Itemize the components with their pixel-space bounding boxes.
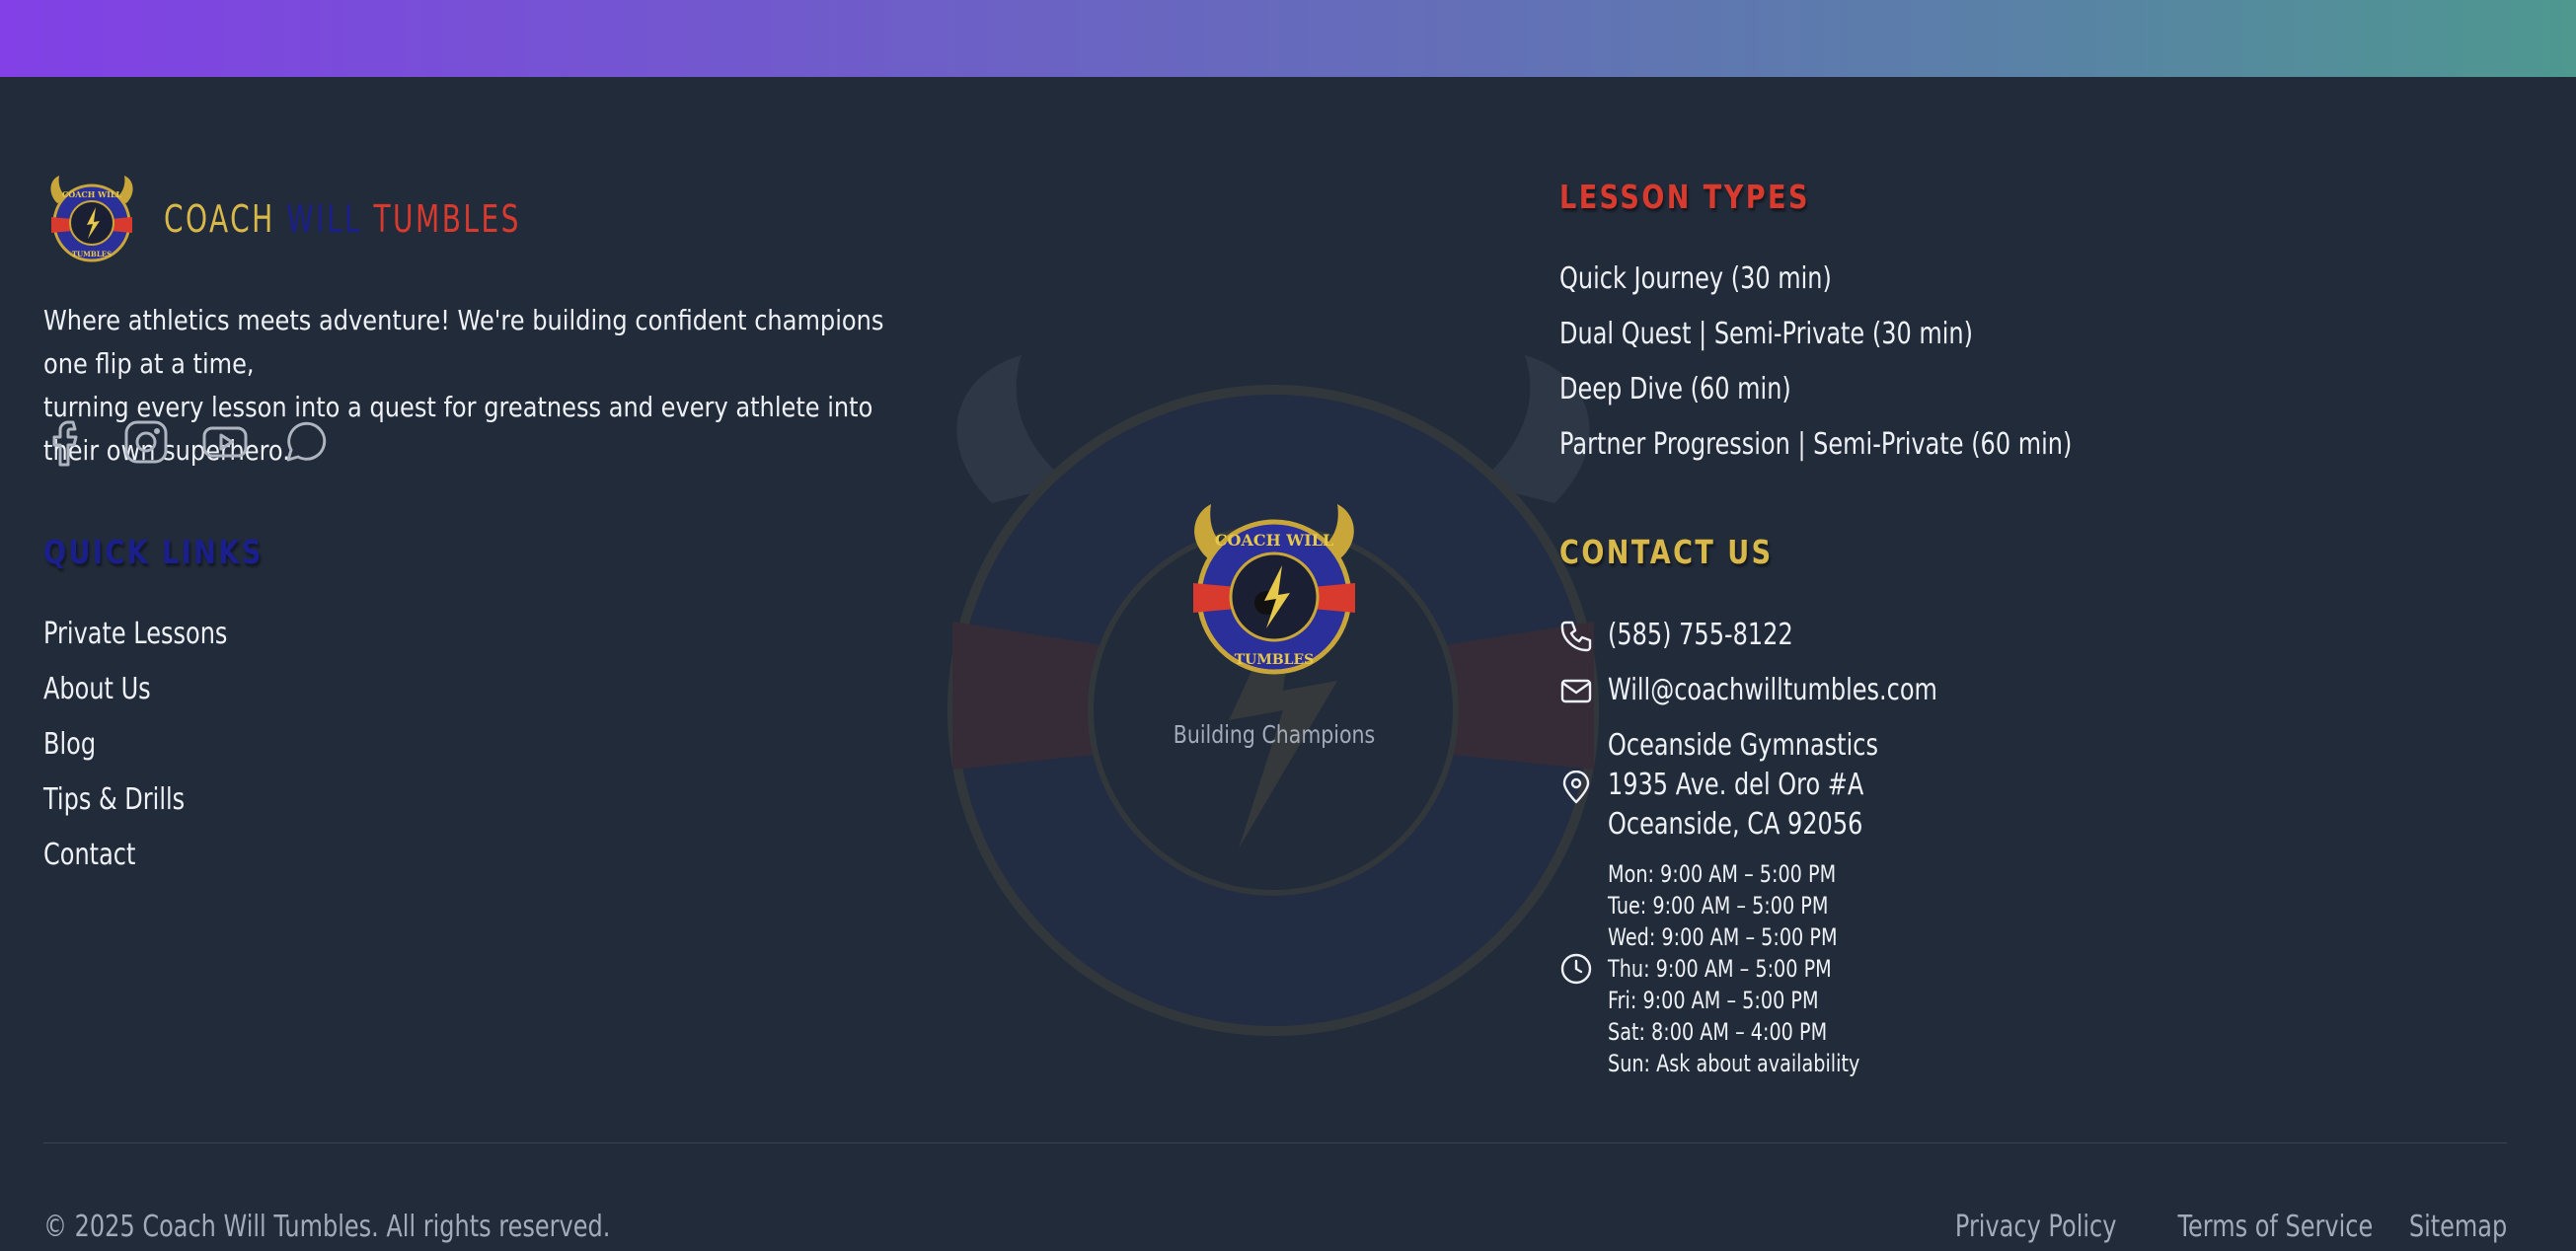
quick-links-title: QUICK LINKS [43, 533, 264, 571]
hours-fri: Fri: 9:00 AM – 5:00 PM [1608, 987, 1819, 1014]
quick-link-tips-drills[interactable]: Tips & Drills [43, 780, 227, 836]
lesson-types-list: Quick Journey (30 min) Dual Quest | Semi… [1559, 259, 2200, 480]
brand[interactable]: COACH WILL TUMBLES COACH WILL TUMBLES [43, 174, 599, 264]
brand-logo-text-top: COACH WILL [62, 189, 122, 199]
email-address: Will@coachwilltumbles.com [1608, 673, 1937, 707]
legal-links: Privacy Policy Terms of Service Sitemap [1903, 1210, 2507, 1244]
lesson-type-partner-progression[interactable]: Partner Progression | Semi-Private (60 m… [1559, 425, 2072, 480]
terms-of-service-link[interactable]: Terms of Service [2177, 1210, 2373, 1244]
map-pin-icon [1562, 770, 1590, 803]
copyright-text: © 2025 Coach Will Tumbles. All rights re… [43, 1210, 611, 1244]
hours-list: Mon: 9:00 AM – 5:00 PM Tue: 9:00 AM – 5:… [1608, 858, 1923, 1079]
hours-thu: Thu: 9:00 AM – 5:00 PM [1608, 955, 1832, 983]
phone-number: (585) 755-8122 [1608, 618, 1793, 652]
lesson-types-title: LESSON TYPES [1559, 178, 1810, 216]
address-line-3: Oceanside, CA 92056 [1608, 807, 1863, 842]
tagline-line-1: Where athletics meets adventure! We're b… [43, 304, 884, 380]
quick-link-contact[interactable]: Contact [43, 836, 227, 891]
address-line-1: Oceanside Gymnastics [1608, 728, 1878, 763]
hours-sat: Sat: 8:00 AM – 4:00 PM [1608, 1018, 1828, 1046]
phone-icon [1560, 621, 1592, 652]
brand-logo-text-bottom: TUMBLES [72, 250, 112, 258]
contact-phone[interactable]: (585) 755-8122 [1559, 616, 1840, 655]
facebook-icon [52, 420, 78, 467]
quick-link-private-lessons[interactable]: Private Lessons [43, 615, 227, 670]
clock-icon [1560, 953, 1592, 985]
center-logo: COACH WILL TUMBLES [1193, 504, 1355, 675]
facebook-link[interactable] [43, 414, 91, 470]
brand-name-tumbles: TUMBLES [373, 197, 521, 241]
contact-email[interactable]: Will@coachwilltumbles.com [1559, 671, 2019, 710]
youtube-icon [202, 426, 248, 458]
lesson-type-deep-dive[interactable]: Deep Dive (60 min) [1559, 370, 2072, 425]
chat-link[interactable] [280, 414, 328, 470]
privacy-policy-link[interactable]: Privacy Policy [1955, 1210, 2117, 1244]
instagram-link[interactable] [122, 414, 170, 470]
sitemap-link[interactable]: Sitemap [2409, 1210, 2507, 1244]
quick-links-list: Private Lessons About Us Blog Tips & Dri… [43, 615, 273, 891]
contact-address: Oceanside Gymnastics 1935 Ave. del Oro #… [1559, 726, 1945, 845]
site-footer: COACH WILL TUMBLES COACH WILL TUMBLES Wh… [0, 77, 2576, 1251]
center-logo-text-top: COACH WILL [1215, 531, 1333, 550]
youtube-link[interactable] [201, 414, 249, 470]
center-caption: Building Champions [1173, 720, 1376, 749]
address-line-2: 1935 Ave. del Oro #A [1608, 768, 1864, 802]
lesson-type-dual-quest[interactable]: Dual Quest | Semi-Private (30 min) [1559, 315, 2072, 370]
lesson-type-quick-journey[interactable]: Quick Journey (30 min) [1559, 259, 2072, 315]
brand-name-coach: COACH [164, 197, 275, 241]
center-logo-text-bottom: TUMBLES [1235, 652, 1315, 668]
hours-mon: Mon: 9:00 AM – 5:00 PM [1608, 860, 1837, 888]
top-gradient-bar [0, 0, 2576, 77]
brand-name: COACH WILL TUMBLES [164, 197, 521, 241]
contact-us-title: CONTACT US [1559, 533, 1774, 571]
social-links [43, 414, 359, 470]
address-text: Oceanside Gymnastics 1935 Ave. del Oro #… [1608, 726, 1878, 845]
footer-divider [43, 1142, 2507, 1143]
brand-name-will: WILL [286, 197, 363, 241]
quick-link-about-us[interactable]: About Us [43, 670, 227, 725]
instagram-icon [124, 420, 168, 464]
contact-hours: Mon: 9:00 AM – 5:00 PM Tue: 9:00 AM – 5:… [1559, 858, 1923, 1079]
brand-logo: COACH WILL TUMBLES [50, 176, 133, 262]
hours-sun: Sun: Ask about availability [1608, 1050, 1860, 1077]
quick-link-blog[interactable]: Blog [43, 725, 227, 780]
hours-tue: Tue: 9:00 AM – 5:00 PM [1608, 892, 1829, 920]
chat-icon [286, 421, 327, 462]
mail-icon [1560, 679, 1592, 703]
hours-wed: Wed: 9:00 AM – 5:00 PM [1608, 923, 1838, 951]
